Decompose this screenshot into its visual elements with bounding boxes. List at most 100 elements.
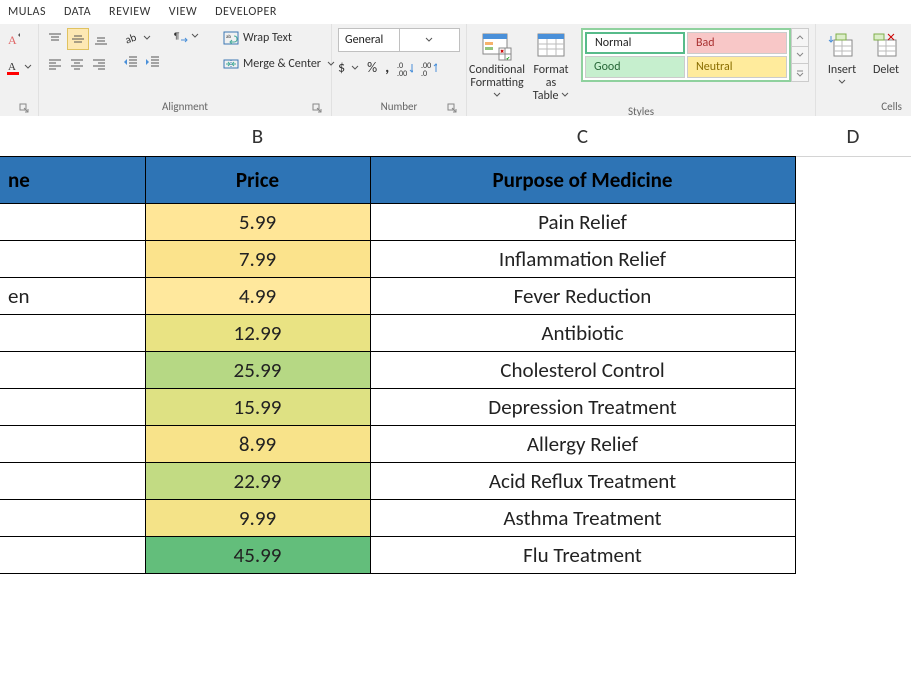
font-color-icon[interactable]: A xyxy=(6,59,22,75)
table-row[interactable]: 45.99Flu Treatment xyxy=(0,537,911,574)
decrease-decimal-icon[interactable]: .00.0 xyxy=(421,60,437,76)
cell-name[interactable] xyxy=(0,426,145,463)
table-row[interactable]: en4.99Fever Reduction xyxy=(0,278,911,315)
empty-cell[interactable] xyxy=(795,500,911,537)
header-row[interactable]: ne Price Purpose of Medicine xyxy=(0,157,911,204)
merge-center-button[interactable]: Merge & Center xyxy=(219,54,339,74)
cell-name[interactable] xyxy=(0,241,145,278)
cell-price[interactable]: 5.99 xyxy=(145,204,370,241)
style-neutral[interactable]: Neutral xyxy=(687,56,787,78)
comma-format-button[interactable]: , xyxy=(385,58,389,77)
gallery-up-icon[interactable] xyxy=(792,29,808,47)
style-normal[interactable]: Normal xyxy=(585,32,685,54)
tab-formulas[interactable]: MULAS xyxy=(8,5,46,19)
cell-price[interactable]: 25.99 xyxy=(145,352,370,389)
increase-decimal-icon[interactable]: .0.00 xyxy=(397,60,413,76)
cell-purpose[interactable]: Antibiotic xyxy=(370,315,795,352)
cell-price[interactable]: 7.99 xyxy=(145,241,370,278)
increase-indent-icon[interactable] xyxy=(143,52,163,72)
cell-name[interactable] xyxy=(0,463,145,500)
table-row[interactable]: 15.99Depression Treatment xyxy=(0,389,911,426)
align-bottom-icon[interactable] xyxy=(91,29,111,49)
cell-purpose[interactable]: Fever Reduction xyxy=(370,278,795,315)
cell-purpose[interactable]: Asthma Treatment xyxy=(370,500,795,537)
cell-price[interactable]: 15.99 xyxy=(145,389,370,426)
chevron-down-icon[interactable] xyxy=(143,34,151,42)
wrap-text-button[interactable]: ab Wrap Text xyxy=(219,28,339,48)
empty-cell[interactable] xyxy=(795,241,911,278)
align-center-icon[interactable] xyxy=(67,54,87,74)
number-dialog-launcher[interactable] xyxy=(446,102,458,114)
cell-purpose[interactable]: Depression Treatment xyxy=(370,389,795,426)
data-grid[interactable]: ne Price Purpose of Medicine 5.99Pain Re… xyxy=(0,156,911,574)
chevron-down-icon[interactable] xyxy=(24,63,32,71)
header-purpose[interactable]: Purpose of Medicine xyxy=(370,157,795,204)
chevron-down-icon[interactable] xyxy=(191,32,199,40)
cell-price[interactable]: 45.99 xyxy=(145,537,370,574)
table-row[interactable]: 7.99Inflammation Relief xyxy=(0,241,911,278)
gallery-down-icon[interactable] xyxy=(792,47,808,65)
gallery-more-icon[interactable] xyxy=(792,64,808,81)
table-row[interactable]: 9.99Asthma Treatment xyxy=(0,500,911,537)
increase-font-icon[interactable]: A xyxy=(6,31,22,47)
empty-cell[interactable] xyxy=(795,315,911,352)
cell-purpose[interactable]: Acid Reflux Treatment xyxy=(370,463,795,500)
cell-price[interactable]: 12.99 xyxy=(145,315,370,352)
header-a[interactable]: ne xyxy=(0,157,145,204)
cell-name[interactable] xyxy=(0,389,145,426)
cell-price[interactable]: 4.99 xyxy=(145,278,370,315)
table-row[interactable]: 22.99Acid Reflux Treatment xyxy=(0,463,911,500)
gallery-scroll[interactable] xyxy=(791,28,809,82)
style-good[interactable]: Good xyxy=(585,56,685,78)
align-top-icon[interactable] xyxy=(45,29,65,49)
empty-cell[interactable] xyxy=(795,157,911,204)
number-format-combo[interactable]: General xyxy=(338,28,460,52)
cell-price[interactable]: 8.99 xyxy=(145,426,370,463)
empty-cell[interactable] xyxy=(795,389,911,426)
percent-format-button[interactable]: % xyxy=(367,59,377,76)
cell-name[interactable] xyxy=(0,204,145,241)
empty-cell[interactable] xyxy=(795,204,911,241)
empty-cell[interactable] xyxy=(795,278,911,315)
col-header-d[interactable]: D xyxy=(795,116,911,157)
cell-name[interactable] xyxy=(0,500,145,537)
font-dialog-launcher[interactable] xyxy=(18,102,30,114)
empty-cell[interactable] xyxy=(795,463,911,500)
header-price[interactable]: Price xyxy=(145,157,370,204)
empty-cell[interactable] xyxy=(795,426,911,463)
tab-view[interactable]: VIEW xyxy=(169,5,197,19)
cell-purpose[interactable]: Flu Treatment xyxy=(370,537,795,574)
decrease-indent-icon[interactable] xyxy=(121,52,141,72)
table-row[interactable]: 5.99Pain Relief xyxy=(0,204,911,241)
delete-cells-button[interactable]: Delet xyxy=(866,28,906,77)
col-header-b[interactable]: B xyxy=(145,116,371,157)
table-row[interactable]: 25.99Cholesterol Control xyxy=(0,352,911,389)
cell-name[interactable] xyxy=(0,537,145,574)
align-right-icon[interactable] xyxy=(89,54,109,74)
cell-price[interactable]: 9.99 xyxy=(145,500,370,537)
align-left-icon[interactable] xyxy=(45,54,65,74)
col-header-a[interactable] xyxy=(0,116,146,157)
empty-cell[interactable] xyxy=(795,537,911,574)
alignment-dialog-launcher[interactable] xyxy=(311,102,323,114)
insert-cells-button[interactable]: Insert xyxy=(822,28,862,90)
ltr-icon[interactable]: ¶ xyxy=(173,28,189,44)
cell-name[interactable] xyxy=(0,352,145,389)
tab-data[interactable]: DATA xyxy=(64,5,91,19)
cell-purpose[interactable]: Allergy Relief xyxy=(370,426,795,463)
tab-review[interactable]: REVIEW xyxy=(109,5,151,19)
col-header-c[interactable]: C xyxy=(370,116,796,157)
spreadsheet-area[interactable]: B C D ne Price Purpose of Medicine 5.99P… xyxy=(0,116,911,694)
empty-cell[interactable] xyxy=(795,352,911,389)
cell-name[interactable] xyxy=(0,315,145,352)
cell-name[interactable]: en xyxy=(0,278,145,315)
format-as-table-button[interactable]: Format asTable xyxy=(527,28,575,103)
cell-purpose[interactable]: Pain Relief xyxy=(370,204,795,241)
conditional-formatting-button[interactable]: ✖✔ ConditionalFormatting xyxy=(473,28,521,103)
table-row[interactable]: 12.99Antibiotic xyxy=(0,315,911,352)
table-row[interactable]: 8.99Allergy Relief xyxy=(0,426,911,463)
align-middle-icon[interactable] xyxy=(67,28,89,50)
cell-purpose[interactable]: Inflammation Relief xyxy=(370,241,795,278)
tab-developer[interactable]: DEVELOPER xyxy=(215,5,277,19)
cell-purpose[interactable]: Cholesterol Control xyxy=(370,352,795,389)
